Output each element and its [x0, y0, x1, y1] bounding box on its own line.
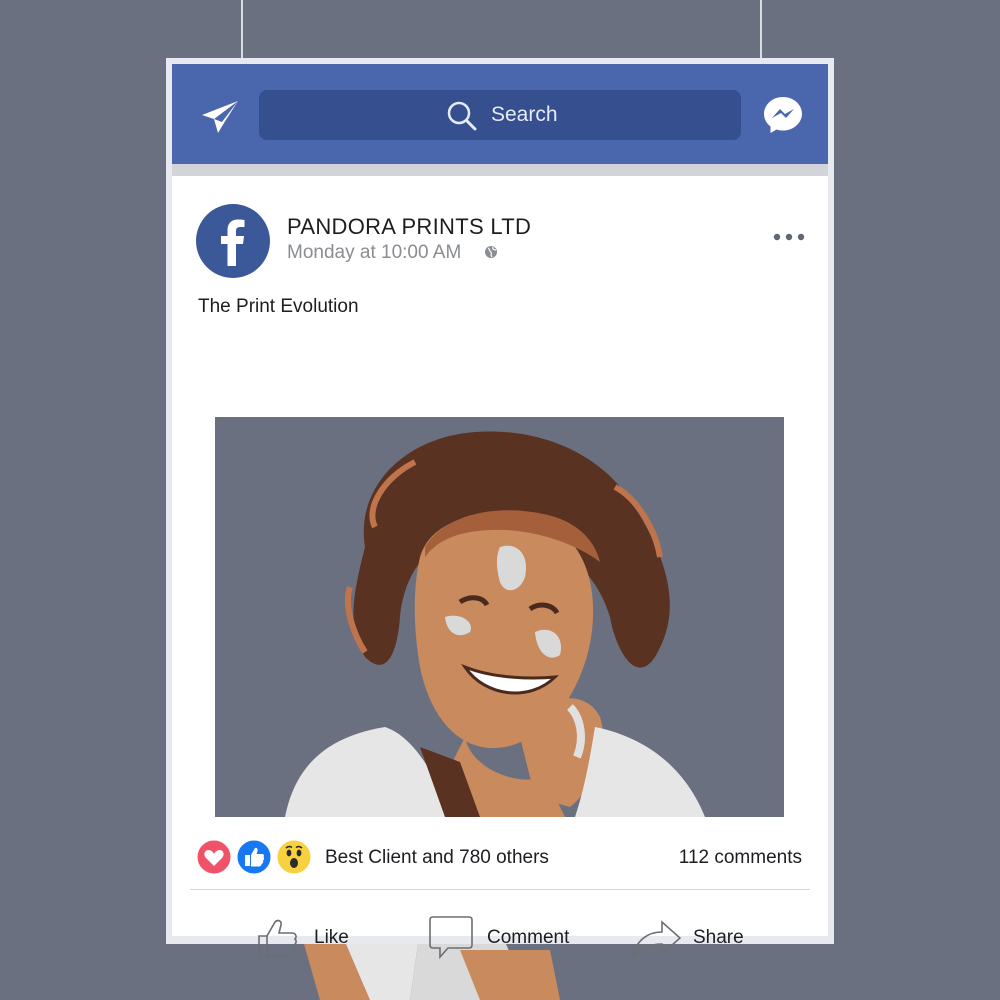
like-reaction-icon	[236, 839, 272, 875]
wow-reaction-icon	[276, 839, 312, 875]
post-image[interactable]	[215, 417, 784, 817]
comments-count[interactable]: 112 comments	[679, 847, 802, 869]
post-timestamp[interactable]: Monday at 10:00 AM	[287, 242, 461, 264]
reaction-summary[interactable]: Best Client and 780 others	[325, 847, 549, 869]
send-icon[interactable]	[200, 99, 240, 135]
actions-divider	[190, 889, 810, 890]
share-label: Share	[693, 927, 744, 948]
hanging-string-left	[241, 0, 243, 60]
thumbs-up-icon	[258, 919, 297, 959]
reaction-icons[interactable]	[196, 839, 316, 875]
search-icon	[447, 101, 477, 131]
comment-icon	[429, 916, 473, 960]
search-placeholder: Search	[491, 103, 558, 126]
top-bar: Search	[172, 64, 828, 164]
more-options-icon[interactable]	[772, 231, 806, 243]
post-frame: Search PANDORA PRINTS LTD Monday at 10:0…	[166, 58, 834, 960]
share-icon	[631, 920, 682, 959]
heart-reaction-icon	[196, 839, 232, 875]
hanging-string-right	[760, 0, 762, 60]
header-divider	[172, 164, 828, 176]
comment-label: Comment	[487, 927, 570, 948]
messenger-icon[interactable]	[762, 94, 804, 136]
post-text: The Print Evolution	[198, 296, 359, 317]
like-label: Like	[314, 927, 349, 948]
post-card: PANDORA PRINTS LTD Monday at 10:00 AM Th…	[172, 176, 828, 960]
search-input[interactable]: Search	[259, 90, 741, 140]
like-button[interactable]: Like	[256, 914, 376, 966]
comment-button[interactable]: Comment	[428, 914, 608, 966]
globe-icon	[485, 246, 497, 258]
share-button[interactable]: Share	[630, 914, 780, 966]
facebook-logo-avatar[interactable]	[196, 204, 270, 278]
page-name[interactable]: PANDORA PRINTS LTD	[287, 214, 531, 240]
